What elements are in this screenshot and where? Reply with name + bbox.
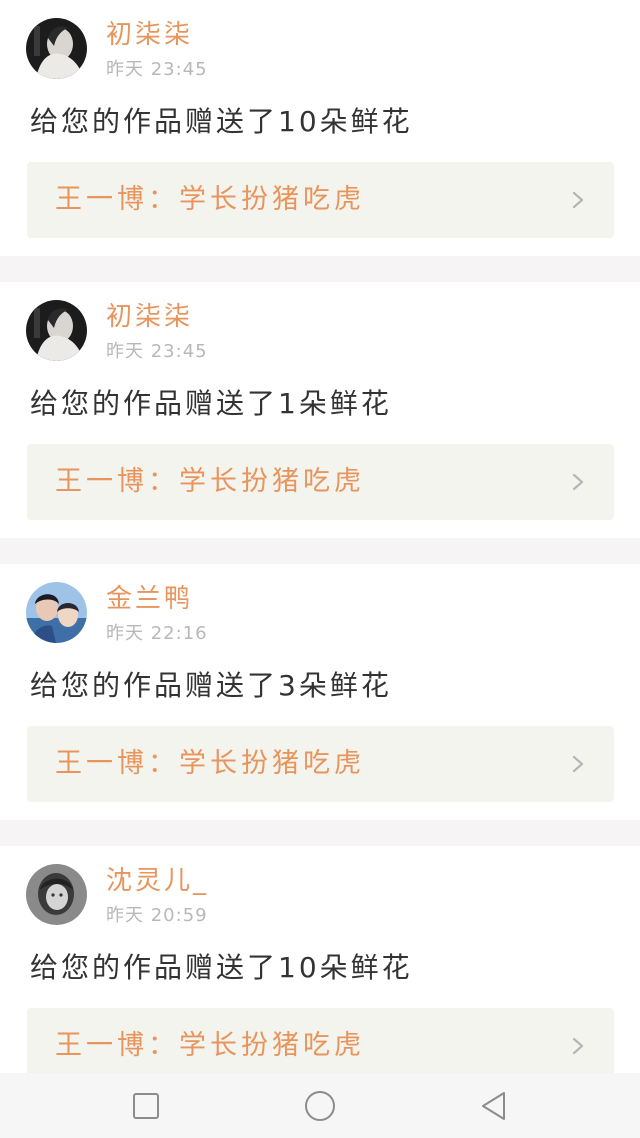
work-title: 王一博：学长扮猪吃虎 [55,748,365,779]
work-link-button[interactable]: 王一博：学长扮猪吃虎 [27,444,614,520]
avatar-dark-portrait-icon[interactable] [26,300,87,361]
timestamp: 昨天 20:59 [106,905,208,926]
chevron-right-icon [572,1037,584,1055]
chevron-right-icon [572,191,584,209]
username[interactable]: 沈灵儿_ [106,864,209,898]
card-separator [0,538,640,564]
gift-message: 给您的作品赠送了10朵鲜花 [30,951,413,984]
work-link-button[interactable]: 王一博：学长扮猪吃虎 [27,1008,614,1073]
timestamp: 昨天 22:16 [106,623,208,644]
username[interactable]: 初柒柒 [106,300,193,334]
chevron-right-icon [572,473,584,491]
gift-message: 给您的作品赠送了3朵鲜花 [30,669,392,702]
avatar-gray-portrait-icon[interactable] [26,864,87,925]
timestamp: 昨天 23:45 [106,341,208,362]
system-navigation-bar [0,1073,640,1138]
notification-card: 沈灵儿_ 昨天 20:59 给您的作品赠送了10朵鲜花 王一博：学长扮猪吃虎 [0,846,640,1073]
triangle-back-icon[interactable] [474,1086,514,1126]
square-icon[interactable] [126,1086,166,1126]
work-title: 王一博：学长扮猪吃虎 [55,1030,365,1061]
work-title: 王一博：学长扮猪吃虎 [55,466,365,497]
username[interactable]: 初柒柒 [106,18,193,52]
notification-feed: 初柒柒 昨天 23:45 给您的作品赠送了10朵鲜花 王一博：学长扮猪吃虎 初柒… [0,0,640,1073]
card-separator [0,820,640,846]
timestamp: 昨天 23:45 [106,59,208,80]
username[interactable]: 金兰鸭 [106,582,193,616]
avatar-two-people-icon[interactable] [26,582,87,643]
notification-card: 初柒柒 昨天 23:45 给您的作品赠送了1朵鲜花 王一博：学长扮猪吃虎 [0,282,640,538]
gift-message: 给您的作品赠送了1朵鲜花 [30,387,392,420]
work-title: 王一博：学长扮猪吃虎 [55,184,365,215]
work-link-button[interactable]: 王一博：学长扮猪吃虎 [27,726,614,802]
notification-card: 金兰鸭 昨天 22:16 给您的作品赠送了3朵鲜花 王一博：学长扮猪吃虎 [0,564,640,820]
gift-message: 给您的作品赠送了10朵鲜花 [30,105,413,138]
work-link-button[interactable]: 王一博：学长扮猪吃虎 [27,162,614,238]
notification-card: 初柒柒 昨天 23:45 给您的作品赠送了10朵鲜花 王一博：学长扮猪吃虎 [0,0,640,256]
avatar-dark-portrait-icon[interactable] [26,18,87,79]
circle-icon[interactable] [300,1086,340,1126]
chevron-right-icon [572,755,584,773]
card-separator [0,256,640,282]
